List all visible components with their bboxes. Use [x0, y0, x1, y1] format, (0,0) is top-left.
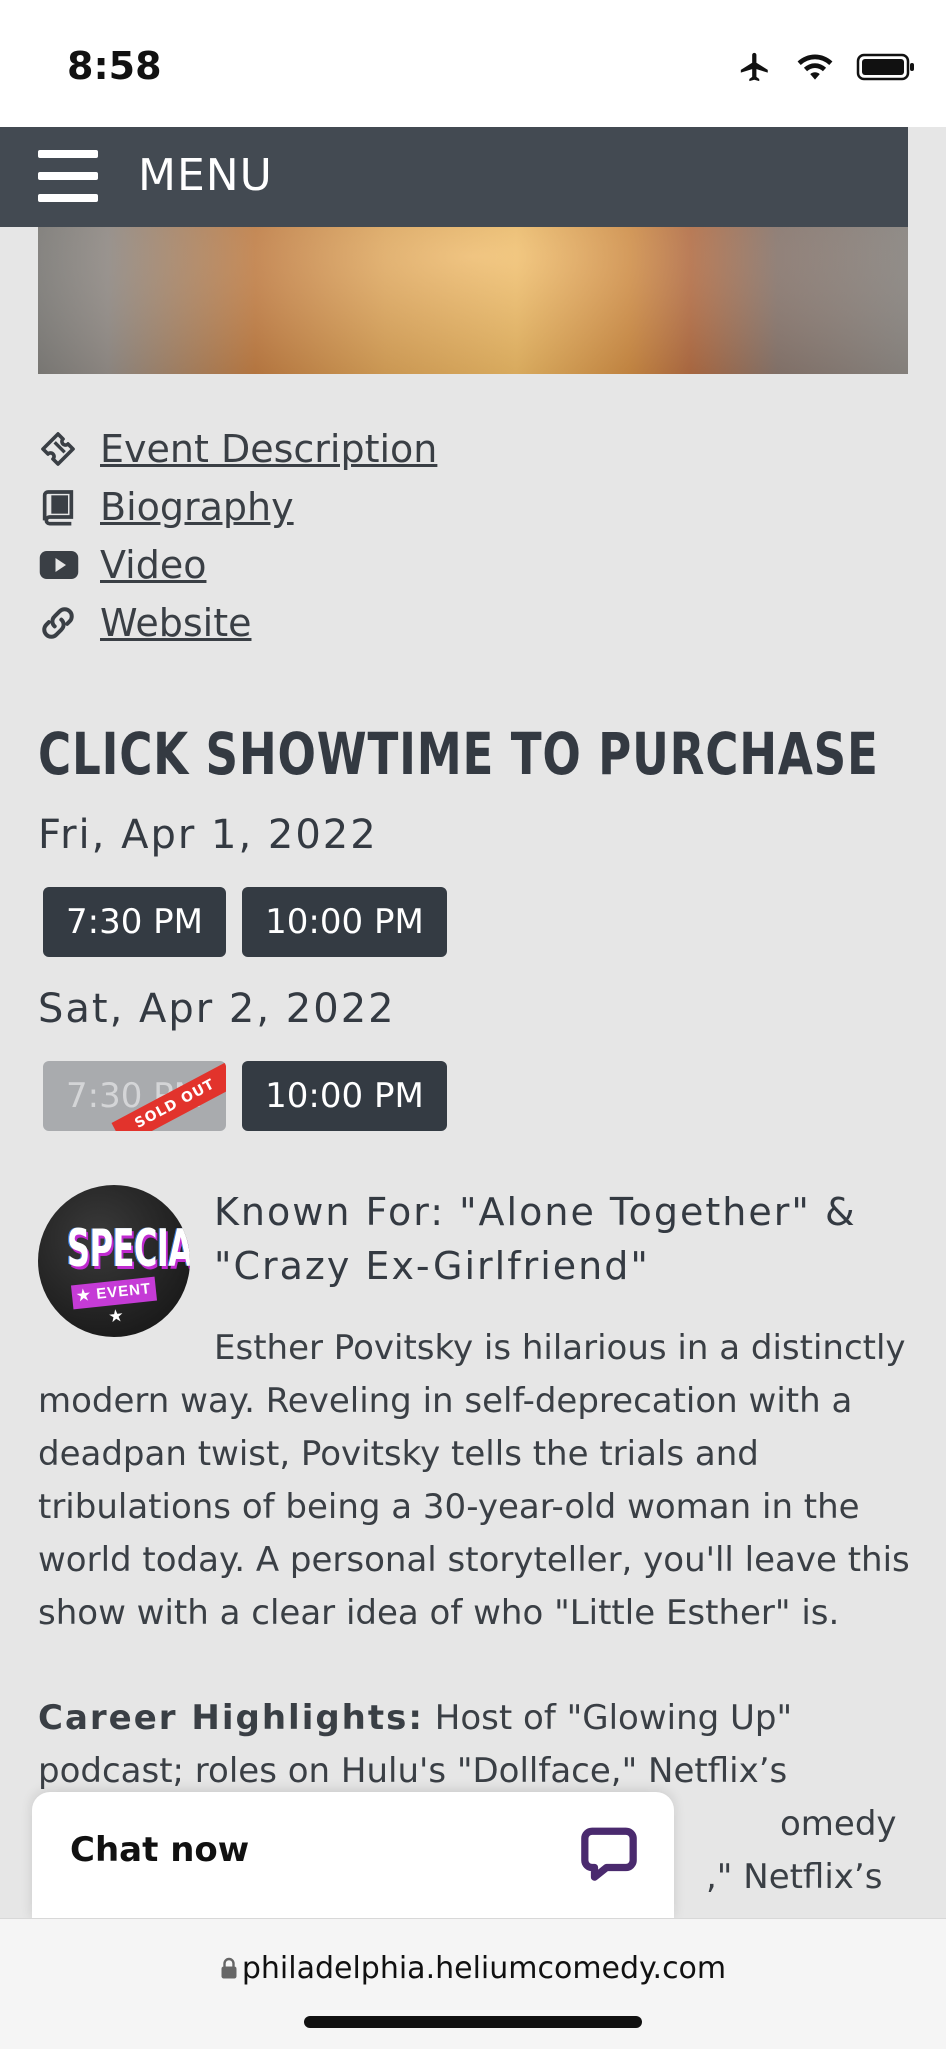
badge-special-text: SPECIAL — [66, 1219, 190, 1279]
wifi-icon — [797, 54, 833, 80]
career-highlights-label: Career Highlights: — [38, 1698, 424, 1738]
menu-label[interactable]: MENU — [138, 150, 273, 201]
showtime-button-fri-1000[interactable]: 10:00 PM — [242, 887, 447, 957]
showtime-button-sat-1000[interactable]: 10:00 PM — [242, 1061, 447, 1131]
career-highlights: Career Highlights: Host of "Glowing Up" … — [38, 1692, 918, 1897]
link-row-video: Video — [38, 536, 437, 594]
special-event-badge: SPECIAL ★ EVENT ★ — [38, 1185, 190, 1337]
airplane-icon — [740, 52, 768, 82]
link-icon — [38, 603, 86, 643]
showtime-button-sat-730-sold-out: 7:30 PM SOLD OUT — [43, 1061, 226, 1131]
career-line4-fragment: ," Netflix’s — [706, 1857, 883, 1897]
link-row-biography: Biography — [38, 478, 437, 536]
lock-icon — [221, 1957, 237, 1979]
biography-paragraph: Esther Povitsky is hilarious in a distin… — [38, 1328, 910, 1633]
link-row-website: Website — [38, 594, 437, 652]
showtime-date-1: Fri, Apr 1, 2022 — [38, 812, 378, 858]
showtime-date-2: Sat, Apr 2, 2022 — [38, 986, 396, 1032]
status-icons — [736, 50, 916, 84]
browser-url-bar[interactable]: philadelphia.heliumcomedy.com — [0, 1918, 946, 2049]
status-time: 8:58 — [67, 44, 162, 88]
link-row-event-description: Event Description — [38, 420, 437, 478]
chat-now-label: Chat now — [70, 1830, 250, 1870]
badge-event-text: ★ EVENT ★ — [70, 1276, 158, 1326]
ticket-icon — [38, 429, 86, 469]
home-indicator[interactable] — [304, 2016, 642, 2028]
url-domain: philadelphia.heliumcomedy.com — [241, 1951, 727, 1986]
url-text: philadelphia.heliumcomedy.com — [0, 1951, 946, 1986]
purchase-heading: CLICK SHOWTIME TO PURCHASE — [38, 720, 879, 788]
chat-bubble-icon — [581, 1827, 637, 1881]
event-links: Event Description Biography Video Websit… — [38, 420, 437, 652]
chat-now-widget[interactable]: Chat now — [32, 1792, 674, 1920]
comedian-photo — [38, 227, 908, 374]
career-line3-fragment: omedy — [780, 1804, 897, 1844]
event-description-link[interactable]: Event Description — [100, 427, 437, 471]
hamburger-menu-icon[interactable] — [38, 150, 98, 202]
video-link[interactable]: Video — [100, 543, 206, 587]
book-icon — [38, 487, 86, 527]
website-link[interactable]: Website — [100, 601, 251, 645]
biography-link[interactable]: Biography — [100, 485, 294, 529]
battery-icon — [856, 53, 914, 81]
youtube-icon — [38, 545, 86, 585]
menu-bar — [0, 127, 908, 227]
known-for-heading: Known For: "Alone Together" & "Crazy Ex-… — [214, 1190, 857, 1288]
showtime-button-fri-730[interactable]: 7:30 PM — [43, 887, 226, 957]
status-bar: 8:58 — [0, 0, 946, 127]
